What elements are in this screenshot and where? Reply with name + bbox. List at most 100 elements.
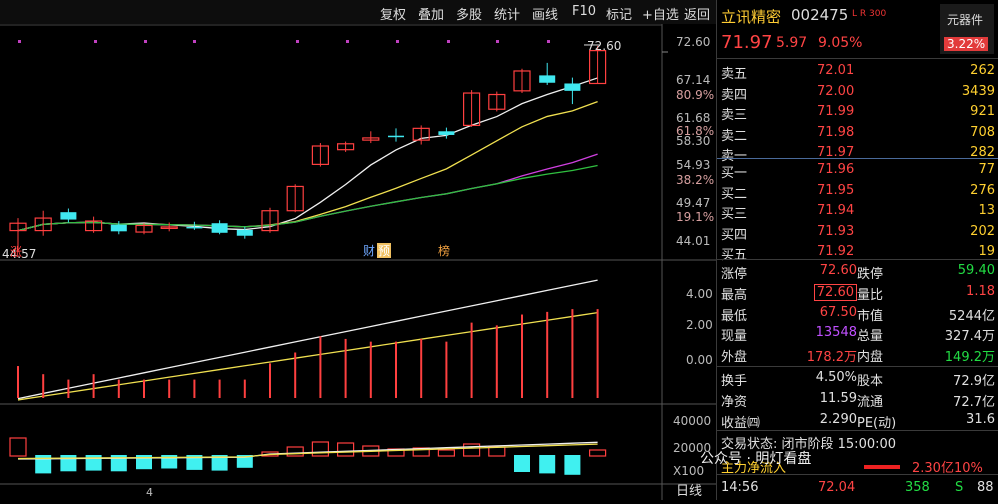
kline-chart[interactable]: 72.6067.1480.9%61.6861.8%58.3054.9338.2%… bbox=[0, 24, 716, 500]
stat-value: 72.60 bbox=[819, 263, 857, 278]
candle-down bbox=[539, 75, 556, 83]
watermark: 公众号 · 明灯看盘 bbox=[700, 451, 812, 467]
ask-price: 71.98 bbox=[817, 124, 855, 140]
f10-button[interactable]: F10 bbox=[572, 4, 596, 19]
ask-label: 卖二 bbox=[721, 128, 748, 144]
stat-label: 内盘 bbox=[857, 350, 884, 366]
stat-label: 外盘 bbox=[721, 350, 748, 366]
chart-area[interactable]: 72.60 67.14 80.9% 61.68 61.8% 58.30 54.93 38.2%… bbox=[0, 24, 716, 500]
draw-line-button[interactable]: 画线 bbox=[532, 4, 558, 23]
last-price: 71.97 bbox=[721, 32, 773, 53]
fuquan-button[interactable]: 复权 bbox=[380, 4, 406, 23]
tick-row: 14:56 72.04 358 S 88 bbox=[717, 478, 998, 499]
ask-price: 71.99 bbox=[817, 104, 855, 119]
divider bbox=[717, 58, 998, 59]
volume-axis-label: 0.00 bbox=[686, 353, 713, 367]
volume-ma-white bbox=[17, 279, 598, 400]
x-tick-label: 4 bbox=[146, 486, 153, 499]
divider bbox=[717, 259, 998, 260]
stat-label: 市值 bbox=[857, 308, 884, 324]
candle-down bbox=[236, 229, 253, 236]
volume-axis-label: 2.00 bbox=[686, 318, 713, 332]
macd-bar-positive bbox=[463, 443, 481, 457]
stock-tags: L R 300 bbox=[852, 9, 887, 19]
stat-label: 跌停 bbox=[857, 267, 884, 282]
signal-dot bbox=[447, 40, 450, 43]
stat-label: 换手 bbox=[721, 374, 748, 389]
bid-price: 71.93 bbox=[817, 223, 855, 239]
signal-dot bbox=[547, 40, 550, 43]
ask-price: 72.00 bbox=[817, 83, 855, 99]
multi-stock-button[interactable]: 多股 bbox=[456, 4, 482, 23]
price-axis-label: 58.30 bbox=[676, 134, 710, 148]
ask-level: 卖四 72.00 3439 bbox=[717, 82, 998, 103]
tick-time: 14:56 bbox=[721, 480, 759, 495]
stat-value: 149.2万 bbox=[944, 350, 995, 366]
ask-volume: 3439 bbox=[961, 83, 995, 99]
price-axis-label: 54.93 bbox=[676, 158, 710, 172]
signal-dot bbox=[296, 40, 299, 43]
statistics-button[interactable]: 统计 bbox=[494, 4, 520, 23]
ma30-line bbox=[17, 164, 598, 232]
stat-label: PE(动) bbox=[857, 415, 897, 431]
stat-value: 72.9亿 bbox=[953, 374, 995, 389]
price-axis-label: 80.9% bbox=[676, 88, 714, 102]
stats-row: 收益㈣ 2.290 PE(动) 31.6 bbox=[717, 410, 998, 431]
add-watchlist-button[interactable]: +自选 bbox=[642, 4, 679, 23]
mark-button[interactable]: 标记 bbox=[606, 4, 632, 23]
stat-value: 59.40 bbox=[957, 263, 995, 278]
price-axis-label: 49.47 bbox=[676, 196, 710, 210]
stock-code: 002475 bbox=[791, 6, 849, 24]
candle-down bbox=[438, 131, 455, 135]
stat-label: 最低 bbox=[721, 308, 748, 324]
stat-label: 股本 bbox=[857, 374, 884, 389]
macd-dea-line bbox=[17, 443, 598, 460]
stat-label: 收益㈣ bbox=[721, 415, 761, 431]
volume-ma-yellow bbox=[17, 311, 598, 401]
overlay-button[interactable]: 叠加 bbox=[418, 4, 444, 23]
ma5-line bbox=[17, 77, 598, 232]
stat-value: 2.290 bbox=[819, 411, 857, 427]
bid-label: 买三 bbox=[721, 207, 748, 222]
bid-level: 买二 71.95 276 bbox=[717, 181, 998, 202]
price-change-pct: 9.05% bbox=[818, 35, 863, 51]
limit-up-badge: 涨 bbox=[10, 244, 22, 259]
stat-label: 量比 bbox=[857, 287, 884, 303]
macd-bar-positive bbox=[286, 446, 304, 457]
ask-label: 卖四 bbox=[721, 87, 748, 103]
price-axis-label: 19.1% bbox=[676, 210, 714, 224]
ranking-event-label: 榜 bbox=[438, 243, 450, 258]
macd-bar-negative bbox=[514, 455, 530, 472]
stat-value: 327.4万 bbox=[944, 329, 995, 345]
ask-level: 卖五 72.01 262 bbox=[717, 61, 998, 82]
stat-value: 31.6 bbox=[966, 411, 995, 427]
ma10-line bbox=[17, 100, 598, 232]
macd-bar-negative bbox=[60, 455, 77, 472]
back-button[interactable]: 返回 bbox=[684, 4, 710, 23]
stat-label: 总量 bbox=[857, 329, 884, 345]
signal-dot bbox=[144, 40, 147, 43]
sector-change: 3.22% bbox=[944, 37, 989, 51]
macd-bar-positive bbox=[437, 449, 455, 457]
divider bbox=[717, 366, 998, 367]
stats-row: 最高 72.60 量比 1.18 bbox=[717, 282, 998, 303]
stat-value: 4.50% bbox=[815, 370, 857, 385]
macd-axis-label: 40000 bbox=[673, 414, 711, 428]
stat-label: 最高 bbox=[721, 287, 748, 303]
stats-row: 现量 13548 总量 327.4万 bbox=[717, 323, 998, 344]
price-change: 5.97 bbox=[776, 35, 808, 51]
sector-box[interactable]: 元器件 3.22% bbox=[940, 4, 994, 54]
candle-down bbox=[211, 223, 228, 233]
signal-dot bbox=[396, 40, 399, 43]
stat-label: 流通 bbox=[857, 394, 884, 410]
ask-level: 卖二 71.98 708 bbox=[717, 123, 998, 144]
stat-value: 13548 bbox=[815, 325, 857, 341]
stat-label: 现量 bbox=[721, 329, 748, 345]
signal-dot bbox=[346, 40, 349, 43]
price-axis-label: 67.14 bbox=[676, 73, 710, 87]
tick-volume: 358 bbox=[905, 480, 930, 495]
candle-down bbox=[60, 212, 77, 220]
tick-side: S bbox=[955, 480, 964, 495]
tick-price: 72.04 bbox=[818, 480, 856, 495]
macd-dif-line bbox=[17, 441, 598, 460]
